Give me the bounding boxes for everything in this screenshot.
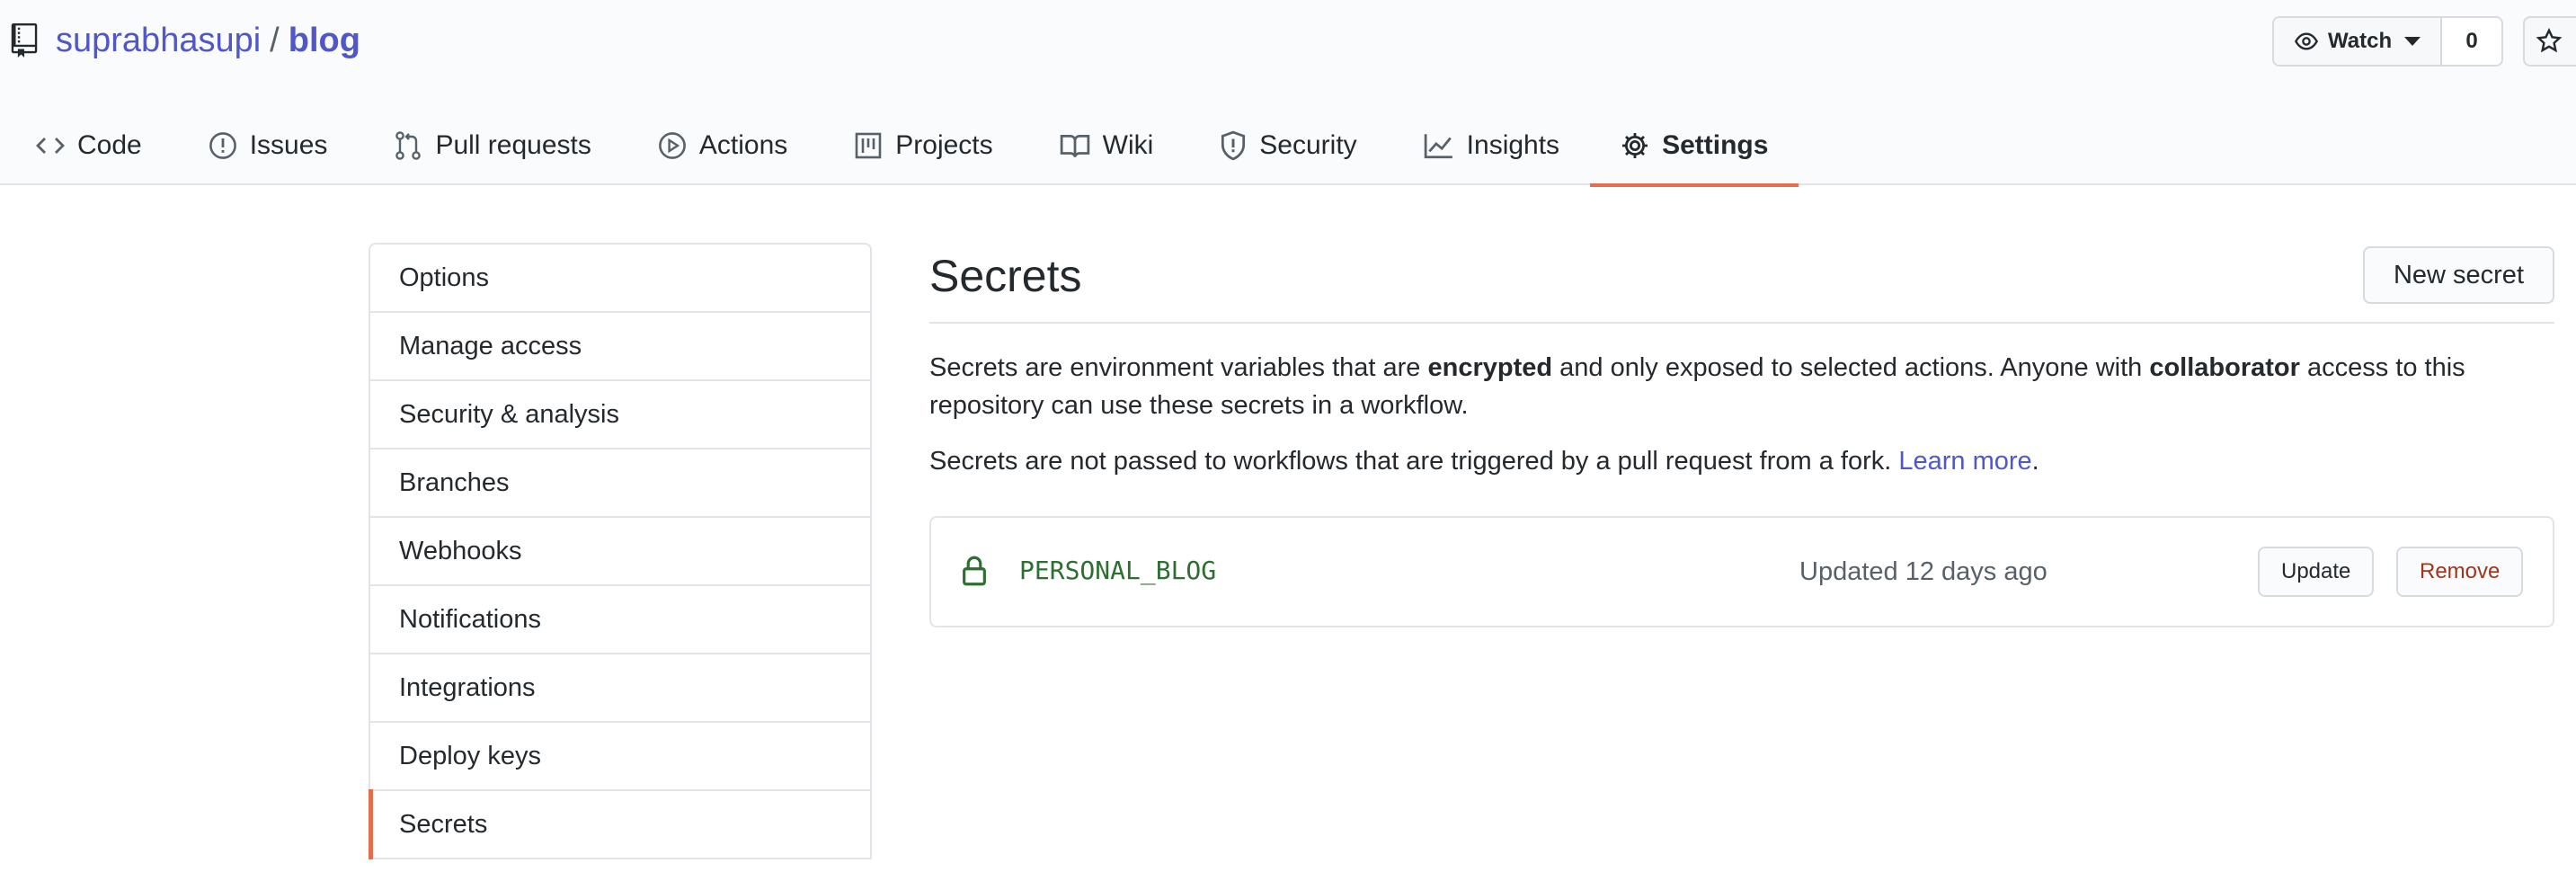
learn-more-link[interactable]: Learn more — [1898, 447, 2031, 476]
tab-label: Pull requests — [435, 130, 591, 160]
desc-bold-encrypted: encrypted — [1427, 353, 1553, 382]
tab-label: Projects — [895, 130, 993, 160]
tab-issues[interactable]: Issues — [173, 106, 359, 185]
fork-note: Secrets are not passed to workflows that… — [929, 442, 2554, 480]
eye-icon — [2294, 32, 2319, 50]
watch-label: Watch — [2328, 29, 2393, 53]
star-button[interactable] — [2523, 16, 2576, 67]
sidebar-item-branches[interactable]: Branches — [370, 449, 870, 518]
pagehead-actions: Watch 0 — [2272, 16, 2576, 67]
desc-bold-collaborator: collaborator — [2149, 353, 2300, 382]
page-title: Secrets — [929, 251, 1082, 301]
repo-title: suprabhasupi / blog — [11, 18, 360, 63]
fork-note-end: . — [2031, 447, 2039, 476]
repo-separator: / — [270, 21, 280, 59]
desc-text: Secrets are environment variables that a… — [929, 353, 1428, 382]
tab-label: Insights — [1466, 130, 1560, 160]
sidebar-item-notifications[interactable]: Notifications — [370, 586, 870, 654]
watch-button[interactable]: Watch — [2274, 18, 2443, 65]
remove-secret-button[interactable]: Remove — [2396, 547, 2524, 597]
star-icon — [2536, 28, 2563, 53]
tab-label: Issues — [249, 130, 328, 160]
desc-text: and only exposed to selected actions. An… — [1552, 353, 2150, 382]
gear-icon — [1622, 133, 1648, 158]
graph-icon — [1424, 134, 1452, 159]
lock-icon — [963, 556, 986, 586]
book-icon — [1060, 134, 1089, 157]
tab-label: Security — [1259, 130, 1357, 160]
watch-count[interactable]: 0 — [2442, 18, 2502, 65]
watch-button-group: Watch 0 — [2272, 16, 2504, 67]
settings-sidebar: Options Manage access Security & analysi… — [369, 243, 872, 859]
tab-wiki[interactable]: Wiki — [1024, 106, 1185, 185]
pull-request-icon — [395, 131, 422, 160]
shield-icon — [1221, 130, 1246, 161]
repo-icon — [11, 23, 38, 58]
sidebar-item-security-analysis[interactable]: Security & analysis — [370, 381, 870, 449]
subhead: Secrets New secret — [929, 243, 2554, 324]
secrets-description: Secrets are environment variables that a… — [929, 349, 2554, 424]
sidebar-item-manage-access[interactable]: Manage access — [370, 313, 870, 381]
repo-nav: Code Issues Pull requests Actions Projec… — [0, 106, 1799, 187]
sidebar-item-webhooks[interactable]: Webhooks — [370, 518, 870, 586]
chevron-down-icon — [2404, 37, 2421, 46]
repo-name-link[interactable]: blog — [289, 22, 360, 60]
tab-actions[interactable]: Actions — [622, 106, 818, 185]
tab-pull-requests[interactable]: Pull requests — [358, 106, 621, 185]
tab-code[interactable]: Code — [0, 106, 173, 185]
tab-label: Code — [77, 130, 142, 160]
secret-updated-time: Updated 12 days ago — [1799, 557, 2047, 586]
tab-projects[interactable]: Projects — [818, 106, 1023, 185]
tab-settings[interactable]: Settings — [1590, 106, 1799, 187]
project-icon — [855, 132, 882, 159]
sidebar-item-options[interactable]: Options — [370, 245, 870, 313]
issue-icon — [209, 132, 236, 159]
repo-owner-link[interactable]: suprabhasupi — [56, 22, 261, 60]
tab-label: Settings — [1662, 130, 1769, 160]
code-icon — [36, 138, 65, 154]
tab-security[interactable]: Security — [1184, 106, 1387, 185]
tab-label: Actions — [698, 130, 788, 160]
sidebar-item-deploy-keys[interactable]: Deploy keys — [370, 723, 870, 791]
tab-insights[interactable]: Insights — [1388, 106, 1590, 185]
tab-label: Wiki — [1102, 130, 1154, 160]
play-icon — [658, 132, 686, 159]
secret-name: PERSONAL_BLOG — [1019, 556, 1217, 585]
sidebar-item-secrets[interactable]: Secrets — [369, 789, 870, 859]
secrets-main: Secrets New secret Secrets are environme… — [929, 243, 2554, 627]
fork-note-text: Secrets are not passed to workflows that… — [929, 447, 1899, 476]
repo-header: suprabhasupi / blog Watch 0 Code Issues … — [0, 0, 2576, 187]
new-secret-button[interactable]: New secret — [2362, 246, 2554, 304]
secret-row: PERSONAL_BLOG Updated 12 days ago Update… — [929, 516, 2554, 627]
sidebar-item-integrations[interactable]: Integrations — [370, 654, 870, 723]
update-secret-button[interactable]: Update — [2258, 547, 2375, 597]
